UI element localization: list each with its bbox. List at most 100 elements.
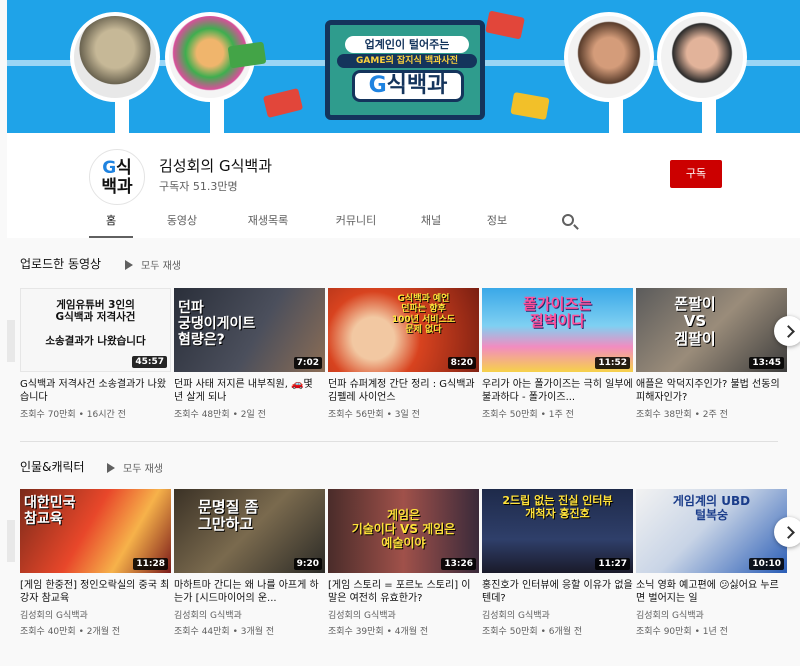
thumbnail-text: 2드립 없는 진실 인터뷰 개척자 홍진호 — [502, 494, 613, 520]
video-duration: 10:10 — [749, 558, 784, 570]
avatar-g: G — [102, 158, 117, 178]
play-all-people-button[interactable]: 모두 재생 — [107, 460, 163, 475]
video-duration: 11:27 — [595, 558, 630, 570]
tab-channels[interactable]: 채널 — [413, 203, 449, 238]
video-thumbnail[interactable]: 게임계의 UBD 털복숭 10:10 — [636, 489, 787, 573]
banner-subtitle: GAME의 잡지식 백과사전 — [337, 54, 477, 68]
video-thumbnail[interactable]: 문명질 좀 그만하고 9:20 — [174, 489, 325, 573]
video-thumbnail[interactable]: 던파 궁댕이게이트 혐량은? 7:02 — [174, 288, 325, 372]
banner-character-4 — [657, 12, 747, 102]
video-title[interactable]: 던파 슈퍼계정 간단 정리 : G식백과 김펠레 사이언스 — [328, 378, 479, 404]
banner-stem-2 — [210, 98, 224, 133]
video-thumbnail[interactable]: 폴가이즈는 절벽이다 11:52 — [482, 288, 633, 372]
subscribe-button[interactable]: 구독 — [670, 160, 722, 188]
video-card[interactable]: G식백과 예언 던파는 향후 100년 서비스도 문제 없다 8:20 던파 슈… — [328, 288, 479, 420]
video-meta: 조회수 50만회 • 1주 전 — [482, 410, 574, 420]
video-channel[interactable]: 김성회의 G식백과 — [20, 608, 171, 621]
video-card[interactable]: 폰팔이 VS 겜팔이 13:45 애플은 악덕지주인가? 불법 선동의 피해자인… — [636, 288, 787, 420]
video-title[interactable]: 던파 사태 저지른 내부직원, 🚗몇 년 살게 되나 — [174, 378, 325, 404]
banner-character-1 — [70, 12, 160, 102]
channel-banner: 업계인이 털어주는 GAME의 잡지식 백과사전 G식백과 — [7, 0, 800, 133]
video-meta: 조회수 44만회 • 3개월 전 — [174, 627, 275, 637]
video-duration: 13:45 — [749, 357, 784, 369]
video-thumbnail[interactable]: 2드립 없는 진실 인터뷰 개척자 홍진호 11:27 — [482, 489, 633, 573]
tab-home[interactable]: 홈 — [89, 203, 133, 238]
thumbnail-text: 게임은 기술이다 VS 게임은 예술이야 — [351, 508, 456, 550]
thumbnail-text: 대한민국 참교육 — [24, 495, 76, 528]
thumbnail-text: 문명질 좀 그만하고 — [198, 498, 259, 534]
tab-about[interactable]: 정보 — [479, 203, 515, 238]
thumbnail-text: 게임유튜버 3인의 G식백과 저격사건 소송결과가 나왔습니다 — [45, 299, 146, 348]
video-title[interactable]: G식백과 저격사건 소송결과가 나왔습니다 — [20, 378, 171, 404]
shelf-next-arrow-button[interactable] — [774, 517, 800, 547]
video-card[interactable]: 폴가이즈는 절벽이다 11:52 우리가 아는 폴가이즈는 극히 일부에 불과하… — [482, 288, 633, 420]
video-card[interactable]: 게임유튜버 3인의 G식백과 저격사건 소송결과가 나왔습니다 45:57 G식… — [20, 288, 171, 420]
shelf-next-arrow-button[interactable] — [774, 316, 800, 346]
shelf-title-uploads[interactable]: 업로드한 동영상 — [20, 255, 101, 272]
previous-video-edge — [7, 320, 15, 362]
avatar-line-2: 백과 — [101, 177, 133, 197]
play-icon — [107, 463, 115, 473]
video-duration: 45:57 — [132, 356, 167, 368]
search-icon[interactable] — [562, 214, 574, 226]
video-title[interactable]: 홍진호가 인터뷰에 응할 이유가 없을텐데? — [482, 579, 633, 605]
channel-home-content: 업로드한 동영상 모두 재생 게임유튜버 3인의 G식백과 저격사건 소송결과가… — [7, 238, 800, 666]
shelf-title-people[interactable]: 인물&캐릭터 — [20, 458, 85, 475]
video-title[interactable]: [게임 한중전] 정인오락실의 중국 최강자 참교육 — [20, 579, 171, 605]
video-meta: 조회수 40만회 • 2개월 전 — [20, 627, 121, 637]
video-meta: 조회수 38만회 • 2주 전 — [636, 410, 728, 420]
banner-tagline: 업계인이 털어주는 — [345, 36, 469, 53]
tab-videos[interactable]: 동영상 — [157, 203, 207, 238]
video-title[interactable]: 우리가 아는 폴가이즈는 극히 일부에 불과하다 - 폴가이즈... — [482, 378, 633, 404]
video-meta: 조회수 48만회 • 2일 전 — [174, 410, 266, 420]
flying-book — [485, 10, 525, 40]
video-thumbnail[interactable]: 게임유튜버 3인의 G식백과 저격사건 소송결과가 나왔습니다 45:57 — [20, 288, 171, 372]
video-card[interactable]: 게임계의 UBD 털복숭 10:10 소닉 영화 예고편에 😕싫어요 누르면 벌… — [636, 489, 787, 637]
video-card[interactable]: 던파 궁댕이게이트 혐량은? 7:02 던파 사태 저지른 내부직원, 🚗몇 년… — [174, 288, 325, 420]
video-meta: 조회수 90만회 • 1년 전 — [636, 627, 728, 637]
video-thumbnail[interactable]: G식백과 예언 던파는 향후 100년 서비스도 문제 없다 8:20 — [328, 288, 479, 372]
video-thumbnail[interactable]: 대한민국 참교육 11:28 — [20, 489, 171, 573]
video-card[interactable]: 게임은 기술이다 VS 게임은 예술이야 13:26 [게임 스토리 = 포르노… — [328, 489, 479, 637]
play-all-label: 모두 재생 — [141, 261, 181, 272]
video-channel[interactable]: 김성회의 G식백과 — [636, 608, 787, 621]
avatar-line-1: G식 — [90, 159, 144, 178]
thumbnail-text: 폰팔이 VS 겜팔이 — [674, 295, 716, 348]
video-duration: 7:02 — [293, 357, 322, 369]
thumbnail-text: 게임계의 UBD 털복숭 — [672, 494, 751, 522]
play-all-label: 모두 재생 — [123, 464, 163, 475]
banner-logo-rest: 식백과 — [386, 73, 448, 98]
channel-avatar[interactable]: G식 백과 — [89, 149, 145, 205]
video-card[interactable]: 대한민국 참교육 11:28 [게임 한중전] 정인오락실의 중국 최강자 참교… — [20, 489, 171, 637]
video-meta: 조회수 39만회 • 4개월 전 — [328, 627, 429, 637]
thumbnail-text: G식백과 예언 던파는 향후 100년 서비스도 문제 없다 — [391, 294, 456, 336]
play-all-uploads-button[interactable]: 모두 재생 — [125, 257, 181, 272]
avatar-sik: 식 — [116, 158, 132, 178]
video-thumbnail[interactable]: 폰팔이 VS 겜팔이 13:45 — [636, 288, 787, 372]
video-card[interactable]: 문명질 좀 그만하고 9:20 마하트마 간디는 왜 나를 아프게 하는가 [시… — [174, 489, 325, 637]
video-duration: 11:52 — [595, 357, 630, 369]
video-meta: 조회수 50만회 • 6개월 전 — [482, 627, 583, 637]
tab-community[interactable]: 커뮤니티 — [325, 203, 387, 238]
video-channel[interactable]: 김성회의 G식백과 — [328, 608, 479, 621]
video-thumbnail[interactable]: 게임은 기술이다 VS 게임은 예술이야 13:26 — [328, 489, 479, 573]
video-title[interactable]: [게임 스토리 = 포르노 스토리] 이 말은 여전히 유효한가? — [328, 579, 479, 605]
thumbnail-text: 던파 궁댕이게이트 혐량은? — [178, 300, 256, 349]
video-title[interactable]: 애플은 악덕지주인가? 불법 선동의 피해자인가? — [636, 378, 787, 404]
subscriber-count: 구독자 51.3만명 — [159, 180, 238, 193]
video-title[interactable]: 마하트마 간디는 왜 나를 아프게 하는가 [시드마이어의 운... — [174, 579, 325, 605]
video-channel[interactable]: 김성회의 G식백과 — [482, 608, 633, 621]
channel-tabs: 홈 동영상 재생목록 커뮤니티 채널 정보 — [7, 203, 800, 238]
video-channel[interactable]: 김성회의 G식백과 — [174, 608, 325, 621]
banner-stem-4 — [702, 98, 716, 133]
video-card[interactable]: 2드립 없는 진실 인터뷰 개척자 홍진호 11:27 홍진호가 인터뷰에 응할… — [482, 489, 633, 637]
video-title[interactable]: 소닉 영화 예고편에 😕싫어요 누르면 벌어지는 일 — [636, 579, 787, 605]
banner-character-3 — [564, 12, 654, 102]
banner-stem-1 — [115, 98, 129, 133]
banner-logo-text: G식백과 — [352, 70, 464, 102]
shelf-divider — [20, 441, 778, 442]
flying-book — [262, 87, 304, 119]
thumbnail-text: 폴가이즈는 절벽이다 — [522, 295, 592, 331]
video-duration: 13:26 — [441, 558, 476, 570]
tab-playlists[interactable]: 재생목록 — [237, 203, 299, 238]
